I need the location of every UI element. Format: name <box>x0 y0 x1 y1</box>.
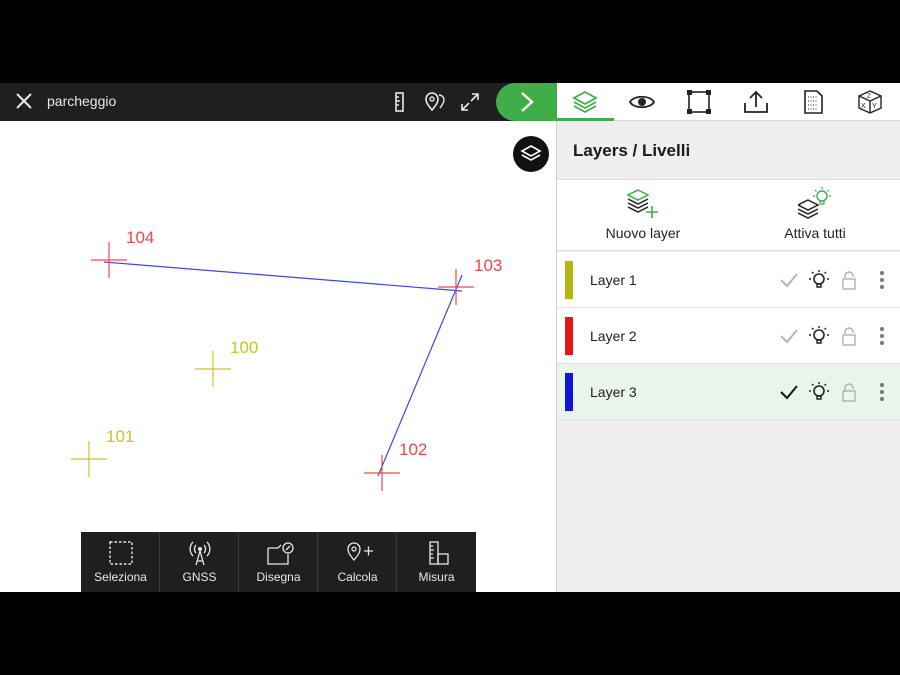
new-layer-label: Nuovo layer <box>605 225 681 241</box>
layer-row[interactable]: Layer 3 <box>557 364 900 420</box>
more-options-icon[interactable] <box>871 269 893 291</box>
lock-icon[interactable] <box>838 325 860 347</box>
measure-icon <box>429 541 449 565</box>
document-icon <box>804 90 823 114</box>
tab-view[interactable] <box>614 83 671 121</box>
point-label: 102 <box>399 440 427 459</box>
point-label: 103 <box>474 256 502 275</box>
panel-title: Layers / Livelli <box>573 141 691 160</box>
ruler-icon <box>395 92 404 112</box>
tab-bar: X Y Z <box>557 83 900 121</box>
top-bar: parcheggio <box>0 83 558 121</box>
gnss-tool-button[interactable]: GNSS <box>160 532 239 592</box>
survey-point-100[interactable]: 100 <box>195 338 258 387</box>
layer-color-swatch <box>565 373 573 411</box>
bounding-box-icon <box>687 90 711 114</box>
layer-name: Layer 1 <box>590 272 637 288</box>
layer-row[interactable]: Layer 1 <box>557 252 900 308</box>
svg-text:Y: Y <box>872 103 877 110</box>
xyz-cube-icon: X Y Z <box>858 90 882 114</box>
svg-text:Z: Z <box>867 94 871 100</box>
location-pins-icon <box>425 92 445 112</box>
toolbar-label: Calcola <box>337 570 378 584</box>
lightbulb-icon[interactable] <box>808 269 830 291</box>
page-title: parcheggio <box>47 93 117 109</box>
tab-selection[interactable] <box>671 83 728 121</box>
bottom-toolbar: Seleziona GNSS Disegna Calcola Misura <box>81 532 476 592</box>
expand-icon <box>461 93 479 111</box>
point-label: 101 <box>106 427 134 446</box>
checkmark-icon[interactable] <box>778 381 800 403</box>
tab-layers[interactable] <box>557 83 614 121</box>
measure-tool-button[interactable]: Misura <box>397 532 476 592</box>
layer-color-swatch <box>565 261 573 299</box>
select-tool-button[interactable]: Seleziona <box>81 532 160 592</box>
calculate-point-icon <box>347 542 373 562</box>
close-button[interactable] <box>12 91 36 113</box>
checkmark-icon[interactable] <box>778 325 800 347</box>
layers-icon <box>572 90 598 114</box>
panel-actions: Nuovo layer Attiva tutti <box>557 179 900 251</box>
svg-text:X: X <box>861 103 866 110</box>
toolbar-label: Misura <box>418 570 455 584</box>
toolbar-label: Disegna <box>256 570 301 584</box>
map-canvas[interactable]: 104 103 100 101 102 Seleziona GNSS Diseg… <box>0 121 556 592</box>
point-label: 100 <box>230 338 258 357</box>
layers-toggle-button[interactable] <box>513 136 549 172</box>
close-icon <box>16 93 32 109</box>
proceed-button[interactable] <box>496 83 558 121</box>
toolbar-label: Seleziona <box>94 570 147 584</box>
lock-icon[interactable] <box>838 269 860 291</box>
tab-export[interactable] <box>728 83 785 121</box>
letterbox <box>0 592 900 675</box>
map-drawing: 104 103 100 101 102 <box>71 228 502 491</box>
fullscreen-button[interactable] <box>458 91 482 113</box>
upload-icon <box>744 90 768 113</box>
survey-line[interactable] <box>103 261 463 292</box>
more-options-icon[interactable] <box>871 325 893 347</box>
ruler-button[interactable] <box>388 91 412 113</box>
draw-tool-button[interactable]: Disegna <box>239 532 318 592</box>
selection-icon <box>109 541 133 565</box>
more-options-icon[interactable] <box>871 381 893 403</box>
eye-icon <box>629 95 655 109</box>
add-layer-icon <box>626 189 658 218</box>
activate-all-layers-icon <box>798 187 831 219</box>
layer-row[interactable]: Layer 2 <box>557 308 900 364</box>
layer-name: Layer 2 <box>590 328 637 344</box>
chevron-right-icon <box>521 92 534 112</box>
survey-point-101[interactable]: 101 <box>71 427 134 477</box>
toolbar-label: GNSS <box>182 570 217 584</box>
gnss-antenna-icon <box>189 541 211 566</box>
location-pins-button[interactable] <box>423 91 447 113</box>
activate-all-label: Attiva tutti <box>784 225 846 241</box>
lightbulb-icon[interactable] <box>808 325 830 347</box>
activate-all-button[interactable]: Attiva tutti <box>729 180 900 252</box>
survey-point-103[interactable]: 103 <box>438 256 502 305</box>
point-label: 104 <box>126 228 154 247</box>
tab-document[interactable] <box>785 83 842 121</box>
layer-name: Layer 3 <box>590 384 637 400</box>
calculate-tool-button[interactable]: Calcola <box>318 532 397 592</box>
new-layer-button[interactable]: Nuovo layer <box>557 180 729 252</box>
survey-point-102[interactable]: 102 <box>364 440 427 491</box>
survey-point-104[interactable]: 104 <box>91 228 154 278</box>
layers-icon <box>520 145 542 161</box>
layers-panel: Layers / Livelli Nuovo layer Attiva tutt… <box>556 121 900 592</box>
lock-icon[interactable] <box>838 381 860 403</box>
tab-coordinates[interactable]: X Y Z <box>842 83 899 121</box>
layer-color-swatch <box>565 317 573 355</box>
lightbulb-icon[interactable] <box>808 381 830 403</box>
checkmark-icon[interactable] <box>778 269 800 291</box>
draw-icon <box>267 542 294 565</box>
